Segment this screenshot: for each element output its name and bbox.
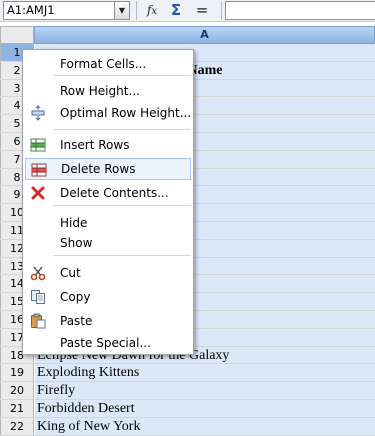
menu-item-label: Show bbox=[60, 236, 93, 250]
formula-input[interactable] bbox=[225, 1, 375, 20]
menu-item-label: Optimal Row Height... bbox=[60, 106, 192, 120]
toolbar-separator bbox=[221, 1, 222, 20]
row-context-menu: Format Cells... Row Height... Optimal Row … bbox=[22, 49, 194, 355]
name-box-dropdown-button[interactable]: ▼ bbox=[114, 1, 130, 20]
menu-item-copy[interactable]: Copy bbox=[25, 286, 191, 308]
function-wizard-icon[interactable]: fx bbox=[142, 1, 162, 20]
delete-rows-icon bbox=[31, 162, 47, 178]
cell-a[interactable]: Forbidden Desert bbox=[35, 400, 375, 417]
cell-a[interactable]: King of New York bbox=[35, 417, 375, 435]
column-header-a[interactable]: A bbox=[34, 26, 375, 44]
delete-contents-icon bbox=[30, 185, 46, 201]
row-header[interactable]: 22 bbox=[0, 417, 34, 435]
menu-item-label: Paste Special... bbox=[60, 336, 151, 350]
menu-item-optimal-row-height[interactable]: Optimal Row Height... bbox=[25, 102, 191, 124]
table-row[interactable]: 22 King of New York bbox=[0, 417, 375, 436]
row-header[interactable]: 20 bbox=[0, 382, 34, 399]
menu-item-delete-rows[interactable]: Delete Rows bbox=[25, 158, 191, 180]
menu-item-insert-rows[interactable]: Insert Rows bbox=[25, 134, 191, 156]
menu-item-paste[interactable]: Paste bbox=[25, 310, 191, 332]
menu-item-label: Paste bbox=[60, 314, 93, 328]
row-header[interactable]: 21 bbox=[0, 400, 34, 417]
menu-item-label: Cut bbox=[60, 266, 81, 280]
menu-item-label: Format Cells... bbox=[60, 57, 147, 71]
name-box-input[interactable]: A1:AMJ1 bbox=[3, 1, 115, 20]
menu-item-show[interactable]: Show bbox=[25, 232, 191, 254]
menu-item-format-cells[interactable]: Format Cells... bbox=[25, 53, 191, 75]
menu-separator bbox=[53, 75, 191, 76]
optimal-row-height-icon bbox=[30, 105, 46, 121]
paste-icon bbox=[30, 313, 46, 329]
menu-separator bbox=[53, 129, 191, 130]
sum-icon[interactable]: Σ bbox=[166, 1, 186, 20]
copy-icon bbox=[30, 289, 46, 305]
row-header[interactable]: 19 bbox=[0, 364, 34, 382]
menu-item-label: Insert Rows bbox=[60, 138, 130, 152]
insert-rows-icon bbox=[30, 137, 46, 153]
menu-item-cut[interactable]: Cut bbox=[25, 262, 191, 284]
select-all-corner[interactable] bbox=[0, 26, 34, 44]
table-row[interactable]: 19 Exploding Kittens bbox=[0, 364, 375, 383]
menu-item-delete-contents[interactable]: Delete Contents... bbox=[25, 182, 191, 204]
menu-item-label: Delete Contents... bbox=[60, 186, 169, 200]
table-row[interactable]: 20 Firefly bbox=[0, 382, 375, 400]
menu-item-paste-special[interactable]: Paste Special... bbox=[25, 332, 191, 354]
formula-toolbar: A1:AMJ1 ▼ fx Σ = bbox=[0, 0, 375, 22]
fx-sub-label: x bbox=[151, 6, 158, 17]
menu-item-label: Row Height... bbox=[60, 84, 140, 98]
menu-item-label: Delete Rows bbox=[61, 162, 136, 176]
menu-separator bbox=[53, 255, 191, 256]
toolbar-separator bbox=[136, 1, 137, 20]
scissors-icon bbox=[30, 265, 46, 281]
formula-icon[interactable]: = bbox=[192, 1, 212, 20]
cell-a[interactable]: Exploding Kittens bbox=[35, 364, 375, 382]
menu-item-label: Copy bbox=[60, 290, 91, 304]
menu-item-hide[interactable]: Hide bbox=[25, 212, 191, 234]
menu-item-row-height[interactable]: Row Height... bbox=[25, 80, 191, 102]
menu-item-label: Hide bbox=[60, 216, 88, 230]
cell-a[interactable]: Firefly bbox=[35, 382, 375, 399]
table-row[interactable]: 21 Forbidden Desert bbox=[0, 400, 375, 418]
menu-separator bbox=[53, 205, 191, 206]
